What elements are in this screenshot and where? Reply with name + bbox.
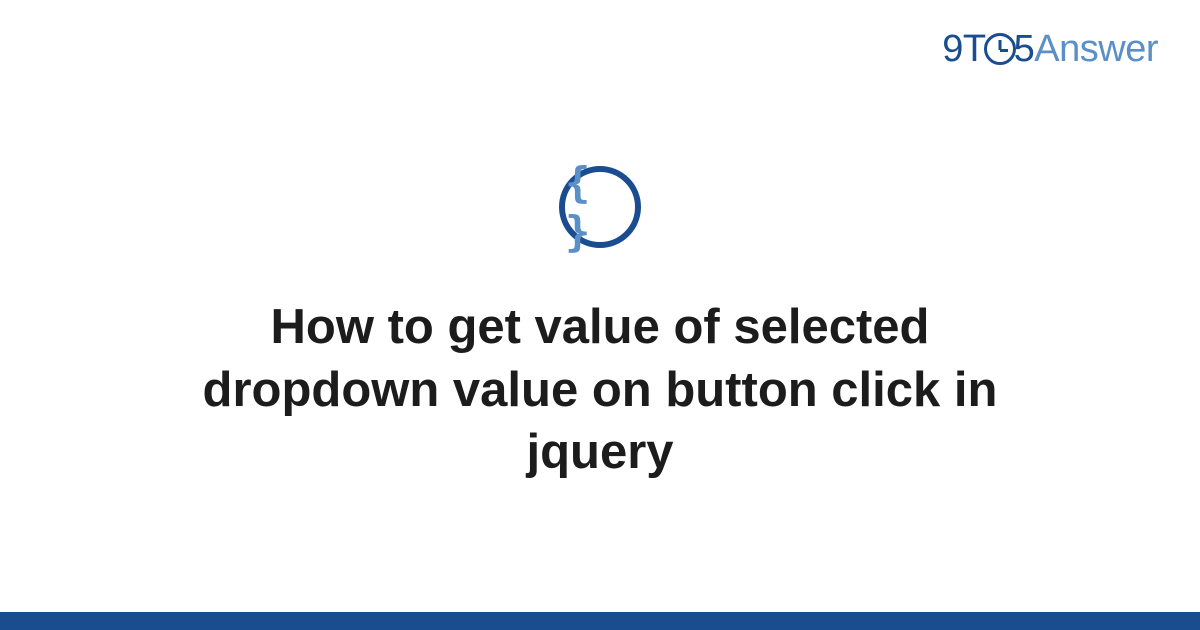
- main-content: { } How to get value of selected dropdow…: [0, 0, 1200, 630]
- braces-icon: { }: [565, 158, 635, 256]
- category-badge: { }: [559, 166, 641, 248]
- page-title: How to get value of selected dropdown va…: [120, 296, 1080, 484]
- footer-bar: [0, 612, 1200, 630]
